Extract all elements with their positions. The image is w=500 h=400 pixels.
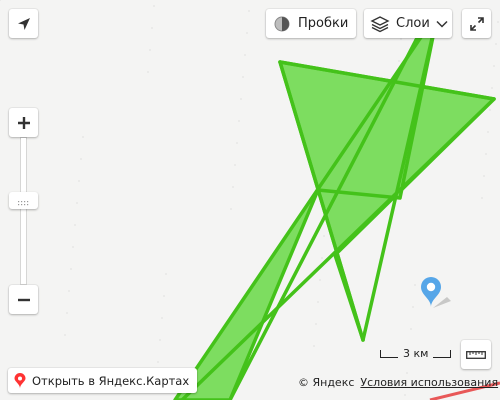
map-texture-dot [161, 317, 163, 319]
map-texture-dot [410, 328, 412, 330]
map-texture-dot [72, 246, 74, 248]
map-texture-dot [66, 312, 68, 314]
map-texture-dot [248, 10, 250, 12]
map-texture-dot [319, 279, 321, 281]
map-texture-dot [493, 65, 495, 67]
map-pin-marker[interactable] [417, 275, 453, 315]
map-texture-dot [159, 339, 161, 341]
terms-link[interactable]: Условия использования [360, 376, 498, 389]
map-texture-dot [489, 109, 491, 111]
layers-label: Слои [396, 16, 430, 31]
map-texture-dot [414, 284, 416, 286]
map-texture-dot [64, 334, 66, 336]
map-texture-dot [82, 136, 84, 138]
traffic-button[interactable]: Пробки [266, 9, 356, 38]
map-marker-icon [14, 372, 26, 389]
map-texture-dot [317, 301, 319, 303]
map-pin-icon [417, 277, 453, 315]
map-texture-dot [238, 120, 240, 122]
scale-bar-left [380, 349, 398, 358]
map-texture-dot [163, 295, 165, 297]
map-texture-dot [404, 394, 406, 396]
expand-icon [469, 16, 484, 31]
map-texture-dot [230, 208, 232, 210]
traffic-label: Пробки [298, 16, 349, 31]
map-texture-dot [412, 306, 414, 308]
map-texture-dot [487, 131, 489, 133]
map-texture-dot [242, 76, 244, 78]
map-texture-dot [321, 257, 323, 259]
map-texture-dot [313, 345, 315, 347]
map-texture-dot [151, 27, 153, 29]
chevron-down-icon [436, 20, 448, 28]
map-texture-dot [157, 361, 159, 363]
map-shapes [0, 0, 500, 400]
zoom-out-button[interactable] [9, 285, 38, 314]
fullscreen-button[interactable] [462, 9, 491, 38]
plus-icon [17, 116, 31, 130]
map-texture-dot [398, 60, 400, 62]
map-texture-dot [315, 323, 317, 325]
map-texture-dot [491, 87, 493, 89]
navigation-arrow-icon [17, 17, 31, 31]
copyright-bar: © Яндекс Условия использования [298, 376, 498, 389]
open-in-yandex-maps-button[interactable]: Открыть в Яндекс.Картах [8, 368, 198, 393]
map-texture-dot [153, 5, 155, 7]
map-texture-dot [76, 202, 78, 204]
ruler-button[interactable] [461, 340, 491, 369]
map-texture-dot [78, 180, 80, 182]
copyright-text: © Яндекс [298, 376, 355, 389]
map-canvas[interactable]: Пробки Слои 3 км Открыть в Яндекс.Картах… [0, 0, 500, 400]
map-texture-dot [0, 0, 1, 1]
map-texture-dot [244, 54, 246, 56]
map-texture-dot [246, 32, 248, 34]
map-texture-dot [165, 273, 167, 275]
traffic-light-icon [274, 16, 290, 32]
grip-icon [17, 191, 30, 210]
ruler-icon [466, 350, 486, 360]
map-texture-dot [147, 71, 149, 73]
map-texture-dot [236, 142, 238, 144]
zoom-in-button[interactable] [9, 108, 38, 137]
map-texture-dot [481, 197, 483, 199]
map-texture-dot [234, 164, 236, 166]
scale-bar-right [433, 349, 452, 358]
map-texture-dot [149, 49, 151, 51]
zoom-slider-track[interactable] [21, 138, 26, 284]
zoom-slider-handle[interactable] [9, 192, 38, 209]
open-in-maps-label: Открыть в Яндекс.Картах [32, 373, 190, 388]
map-texture-dot [74, 224, 76, 226]
minus-icon [17, 293, 31, 307]
map-texture-dot [495, 43, 497, 45]
map-texture-dot [485, 153, 487, 155]
map-texture-dot [323, 235, 325, 237]
geolocation-button[interactable] [9, 9, 38, 38]
map-texture-dot [80, 158, 82, 160]
map-texture-dot [406, 372, 408, 374]
map-texture-dot [483, 175, 485, 177]
map-texture-dot [240, 98, 242, 100]
map-texture-dot [497, 21, 499, 23]
scale-label: 3 км [403, 347, 429, 360]
layers-icon [370, 15, 390, 33]
map-texture-dot [68, 290, 70, 292]
scale-bar: 3 км [380, 347, 452, 360]
layers-button[interactable]: Слои [364, 9, 452, 38]
map-texture-dot [232, 186, 234, 188]
map-texture-dot [400, 38, 402, 40]
map-texture-dot [70, 268, 72, 270]
